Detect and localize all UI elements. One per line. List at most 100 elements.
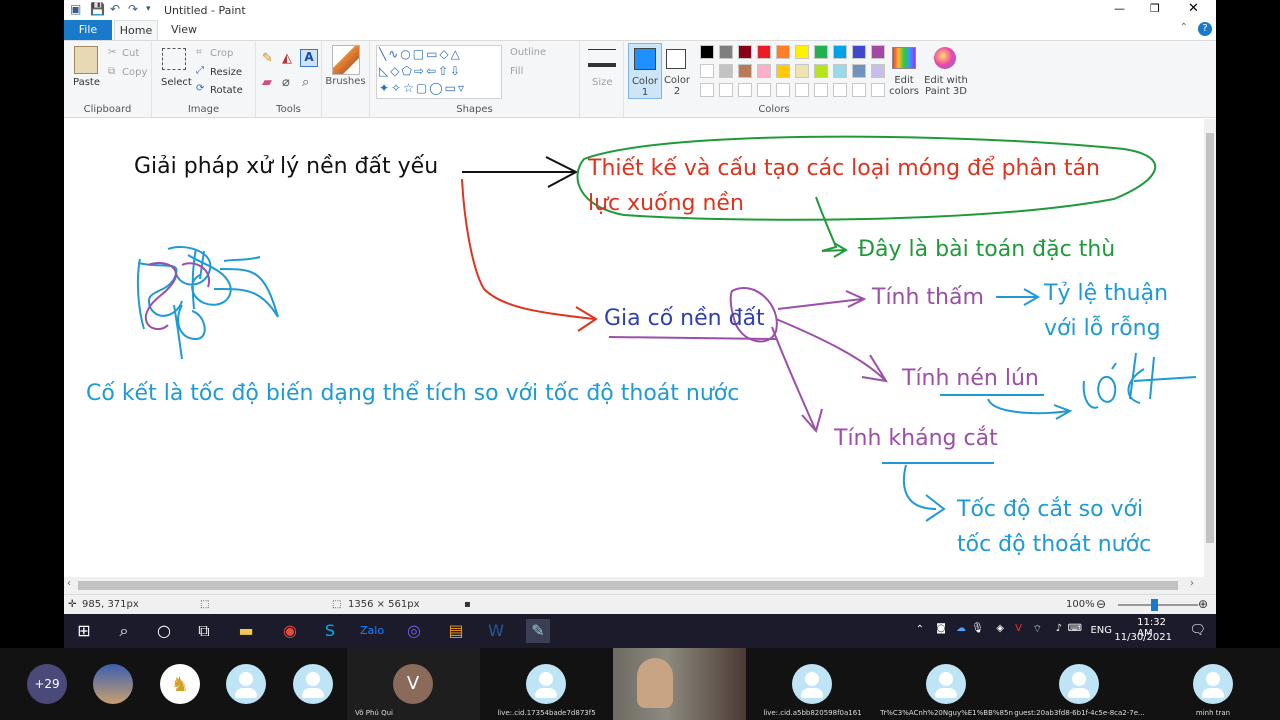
edit-colors-button[interactable]: Edit colors	[884, 75, 924, 97]
eraser-icon[interactable]: ▰	[262, 75, 272, 90]
palette-swatch[interactable]	[833, 83, 847, 97]
save-icon[interactable]: 💾	[90, 2, 105, 16]
brush-icon[interactable]	[332, 45, 360, 75]
palette-swatch[interactable]	[738, 83, 752, 97]
drawing-canvas[interactable]: Giải pháp xử lý nền đất yếu Thiết kế và …	[64, 119, 1216, 577]
paint3d-icon[interactable]	[934, 47, 956, 69]
edit-colors-icon[interactable]	[892, 47, 916, 69]
redo-icon[interactable]: ↷	[128, 2, 138, 16]
palette-swatch[interactable]	[719, 45, 733, 59]
volume-icon[interactable]: ♪	[1056, 623, 1062, 634]
tab-file[interactable]: File	[64, 20, 112, 40]
maximize-button[interactable]: ❐	[1150, 2, 1160, 15]
palette-swatch[interactable]	[852, 64, 866, 78]
palette-swatch[interactable]	[776, 83, 790, 97]
minimize-button[interactable]: —	[1114, 2, 1125, 15]
search-icon[interactable]: ⌕	[112, 619, 136, 643]
paste-icon[interactable]	[74, 46, 98, 74]
dropbox-icon[interactable]: ◈	[996, 623, 1004, 634]
word-icon[interactable]: W	[484, 619, 508, 643]
start-icon[interactable]: ⊞	[72, 619, 96, 643]
participant-avatar[interactable]	[226, 664, 266, 704]
palette-swatch[interactable]	[738, 64, 752, 78]
participant-tile[interactable]: live:.cid.a5bb820598f0a161	[746, 648, 879, 720]
zoom-slider-thumb[interactable]	[1151, 599, 1158, 611]
participant-tile[interactable]: guest:20ab3fd8-6b1f-4c5e-8ca2-7e...	[1013, 648, 1146, 720]
presentation-app-icon[interactable]: ▤	[444, 619, 468, 643]
task-view-icon[interactable]: ⧉	[192, 619, 216, 643]
participant-video-tile[interactable]	[613, 648, 746, 720]
horizontal-scrollbar[interactable]: ‹ ›	[64, 577, 1216, 594]
color2-swatch[interactable]	[666, 49, 686, 69]
file-explorer-icon[interactable]: ▬	[234, 619, 258, 643]
palette-swatch[interactable]	[700, 64, 714, 78]
fill-icon[interactable]: ◭	[282, 51, 292, 66]
crop-button[interactable]: Crop	[210, 48, 233, 59]
participant-tile[interactable]: V Võ Phú Qui	[347, 648, 480, 720]
cut-button[interactable]: Cut	[122, 48, 139, 59]
palette-swatch[interactable]	[852, 45, 866, 59]
palette-swatch[interactable]	[871, 45, 885, 59]
color1-selector[interactable]: Color 1	[628, 43, 662, 99]
palette-swatch[interactable]	[700, 45, 714, 59]
antivirus-icon[interactable]: V	[1015, 623, 1022, 634]
palette-swatch[interactable]	[776, 64, 790, 78]
palette-swatch[interactable]	[814, 45, 828, 59]
show-hidden-icons[interactable]: ⌃	[916, 624, 924, 635]
palette-swatch[interactable]	[757, 83, 771, 97]
skype-icon[interactable]: S	[318, 619, 342, 643]
palette-swatch[interactable]	[871, 64, 885, 78]
zoom-slider[interactable]	[1118, 599, 1198, 611]
select-button[interactable]: Select	[161, 77, 192, 88]
fill-button[interactable]: Fill	[510, 66, 523, 77]
language-indicator[interactable]: ENG	[1090, 625, 1112, 636]
close-button[interactable]: ✕	[1188, 1, 1199, 16]
participant-avatar[interactable]	[293, 664, 333, 704]
vertical-scroll-thumb[interactable]	[1206, 133, 1214, 543]
copy-button[interactable]: Copy	[122, 67, 147, 78]
palette-swatch[interactable]	[833, 45, 847, 59]
scroll-left-icon[interactable]: ‹	[67, 578, 71, 589]
shapes-gallery[interactable]: ╲∿○□▭◇△ ◺◇⬠⇨⇦⇧⇩ ✦✧☆▢◯▭▿	[376, 45, 502, 99]
more-participants-badge[interactable]: +29	[27, 664, 67, 704]
participant-avatar-logo[interactable]: ♞	[160, 664, 200, 704]
input-method-icon[interactable]: ⌨	[1068, 623, 1082, 634]
size-button[interactable]: Size	[592, 77, 613, 88]
paint3d-button[interactable]: Edit with Paint 3D	[924, 75, 968, 97]
palette-swatch[interactable]	[757, 64, 771, 78]
select-icon[interactable]	[162, 48, 186, 70]
tab-home[interactable]: Home	[114, 20, 158, 40]
palette-swatch[interactable]	[757, 45, 771, 59]
viber-icon[interactable]: ◎	[402, 619, 426, 643]
collapse-ribbon-icon[interactable]: ⌃	[1180, 22, 1188, 33]
color2-label[interactable]: Color 2	[662, 75, 692, 97]
palette-swatch[interactable]	[814, 83, 828, 97]
customize-quick-access-icon[interactable]: ▾	[146, 4, 151, 14]
palette-swatch[interactable]	[700, 83, 714, 97]
undo-icon[interactable]: ↶	[110, 2, 120, 16]
rotate-button[interactable]: Rotate	[210, 85, 243, 96]
color-picker-icon[interactable]: ⌀	[282, 75, 290, 90]
resize-button[interactable]: Resize	[210, 67, 242, 78]
zoom-out-button[interactable]: ⊖	[1096, 597, 1106, 611]
participant-tile[interactable]: Tr%C3%ACnh%20Nguy%E1%BB%85n	[880, 648, 1013, 720]
help-icon[interactable]: ?	[1198, 22, 1212, 36]
participant-avatar-photo[interactable]	[93, 664, 133, 704]
palette-swatch[interactable]	[814, 64, 828, 78]
palette-swatch[interactable]	[833, 64, 847, 78]
participant-tile[interactable]: minh tran	[1146, 648, 1280, 720]
palette-swatch[interactable]	[719, 83, 733, 97]
participant-tile[interactable]: live:.cid.17354bade7d873f5	[480, 648, 613, 720]
scroll-right-icon[interactable]: ›	[1190, 578, 1194, 589]
palette-swatch[interactable]	[795, 64, 809, 78]
vertical-scrollbar[interactable]	[1204, 119, 1216, 577]
zalo-icon[interactable]: Zalo	[360, 619, 384, 643]
tray-app-icon[interactable]: ◙	[936, 623, 946, 634]
microphone-icon[interactable]: 🎙	[971, 623, 984, 634]
cortana-icon[interactable]: ○	[152, 619, 176, 643]
size-icon[interactable]	[588, 49, 616, 67]
palette-swatch[interactable]	[795, 45, 809, 59]
palette-swatch[interactable]	[795, 83, 809, 97]
palette-swatch[interactable]	[776, 45, 790, 59]
magnifier-icon[interactable]: ⌕	[302, 75, 309, 90]
